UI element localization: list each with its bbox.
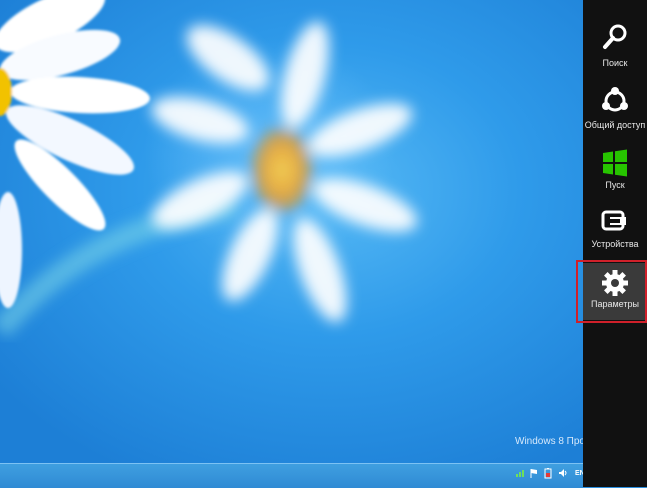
battery-icon[interactable] [543, 467, 553, 479]
search-icon [603, 24, 627, 49]
charm-search[interactable]: Поиск [583, 22, 647, 78]
charm-label: Поиск [602, 58, 628, 68]
charm-label: Устройства [591, 239, 639, 249]
charms-bar: Поиск Общий доступ Пуск Устройства Парам… [583, 0, 647, 487]
charm-label: Пуск [605, 180, 625, 190]
windows-logo-icon [603, 149, 627, 177]
taskbar [0, 463, 583, 488]
windows-edition-watermark: Windows 8 Проф [515, 436, 583, 447]
network-icon[interactable] [515, 467, 525, 479]
charm-devices[interactable]: Устройства [583, 206, 647, 262]
charm-label: Общий доступ [584, 120, 646, 130]
charm-share[interactable]: Общий доступ [583, 86, 647, 142]
desktop: Windows 8 Проф [0, 0, 583, 463]
flag-icon[interactable] [529, 467, 539, 479]
wallpaper-image [0, 0, 418, 338]
charm-label: Параметры [591, 299, 639, 309]
devices-icon [601, 210, 626, 231]
charm-start[interactable]: Пуск [583, 148, 647, 204]
volume-icon[interactable] [558, 467, 568, 479]
charm-settings[interactable]: Параметры [583, 263, 647, 320]
gear-icon [602, 270, 628, 296]
share-icon [602, 87, 628, 112]
